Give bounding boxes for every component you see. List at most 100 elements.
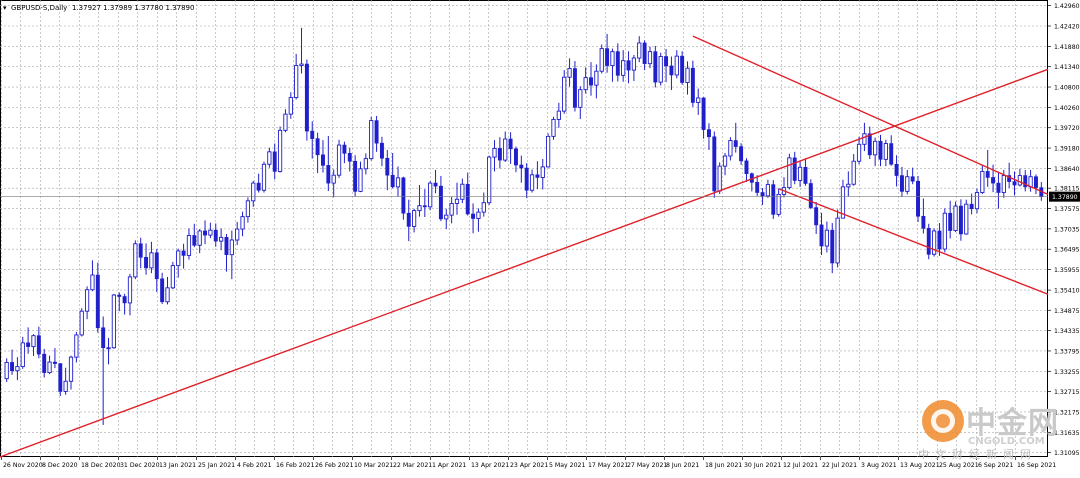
candle-body-bear (326, 165, 331, 184)
candle-body-bear (122, 296, 127, 304)
candle-body-bull (873, 140, 878, 156)
candle-body-bull (696, 97, 701, 103)
candle-body-bear (867, 133, 872, 156)
candle-body-bull (722, 155, 728, 167)
candle-body-bull (964, 203, 969, 235)
candle-body-bear (755, 182, 760, 193)
candle-body-bear (256, 182, 261, 191)
candle-body-bull (637, 42, 642, 59)
candle-body-bull (68, 356, 74, 382)
candle-body-bull (562, 76, 567, 112)
candle-layer (4, 27, 1044, 425)
y-tick-label: 1.33795 (1054, 348, 1080, 355)
candle-body-bull (47, 361, 52, 374)
candle-body-bull (578, 89, 583, 108)
candle-body-bear (803, 166, 808, 184)
candle-body-bull (610, 51, 615, 67)
y-tick-label: 1.40260 (1054, 105, 1080, 112)
chart-ohlc: 1.37927 1.37989 1.37780 1.37890 (72, 4, 194, 12)
candle-body-bear (272, 151, 277, 172)
candle-body-bear (771, 184, 776, 215)
x-tick-label: 31 Dec 2020 (120, 462, 160, 469)
y-tick-label: 1.36495 (1054, 247, 1080, 254)
x-tick-label: 17 May 2021 (588, 462, 628, 469)
candle-body-bear (95, 274, 100, 329)
candle-body-bear (814, 207, 819, 226)
candle-body-bear (899, 175, 904, 192)
candle-body-bear (653, 51, 658, 83)
candle-body-bear (26, 342, 31, 347)
candle-body-bear (712, 136, 717, 192)
y-tick-label: 1.34335 (1054, 328, 1080, 335)
candle-body-bull (776, 193, 781, 215)
candle-body-bull (787, 157, 792, 189)
candle-body-bull (942, 212, 947, 250)
candle-body-bear (224, 237, 229, 255)
candle-body-bull (79, 310, 84, 336)
candle-body-bear (626, 60, 631, 71)
candle-body-bear (342, 144, 347, 154)
candle-body-bull (1001, 175, 1006, 193)
y-tick-label: 1.33255 (1054, 369, 1080, 376)
candle-body-bull (411, 210, 417, 227)
candle-body-bear (948, 212, 953, 231)
candle-body-bull (84, 289, 90, 312)
candle-body-bull (331, 174, 336, 184)
x-tick-label: 22 Jul 2021 (822, 462, 857, 469)
x-tick-label: 26 Feb 2021 (315, 462, 354, 469)
candle-body-bear (958, 205, 963, 235)
y-tick-label: 1.39720 (1054, 125, 1080, 132)
candle-body-bear (10, 362, 15, 372)
candle-body-bull (674, 55, 679, 76)
x-tick-label: 13 Jan 2021 (159, 462, 196, 469)
candle-body-bear (117, 294, 122, 297)
candle-body-bull (395, 177, 401, 188)
candle-body-bull (905, 176, 910, 192)
candle-body-bear (642, 42, 647, 64)
x-tick-label: 8 Jun 2021 (666, 462, 699, 469)
candle-body-bear (347, 153, 352, 162)
candle-body-bear (921, 215, 926, 229)
candle-body-bull (149, 252, 154, 269)
candle-body-bear (916, 180, 920, 217)
x-tick-label: 22 Mar 2021 (393, 462, 432, 469)
candle-body-bull (974, 192, 980, 210)
candle-body-bear (42, 353, 47, 373)
candle-body-bear (690, 67, 695, 103)
candle-body-bull (862, 133, 867, 145)
candle-body-bear (497, 148, 502, 161)
candle-body-bear (937, 230, 942, 250)
candle-body-bull (363, 158, 368, 170)
y-tick-label: 1.41880 (1054, 44, 1080, 51)
candle-body-bull (765, 184, 771, 197)
candle-body-bull (90, 274, 95, 291)
candle-body-bull (454, 198, 460, 204)
candle-body-bear (406, 212, 411, 227)
candle-body-bull (267, 151, 272, 165)
candle-body-bear (310, 130, 315, 139)
watermark-tagline: 中文财经新闻网 (918, 448, 1037, 461)
candle-body-bear (192, 235, 197, 246)
candle-body-bull (594, 70, 599, 86)
candle-body-bear (385, 157, 390, 176)
x-tick-label: 16 Feb 2021 (276, 462, 315, 469)
candle-body-bull (481, 202, 486, 213)
candle-body-bear (792, 157, 797, 181)
candle-body-bull (551, 118, 556, 137)
candle-body-bull (127, 276, 133, 304)
candle-body-bear (138, 243, 143, 258)
candle-body-bear (508, 138, 513, 150)
y-tick-label: 1.41340 (1054, 64, 1080, 71)
candle-body-bull (176, 250, 181, 267)
candle-body-bear (160, 278, 165, 303)
candle-body-bull (74, 334, 79, 358)
candle-body-bear (985, 171, 990, 178)
candle-body-bear (471, 213, 476, 219)
candle-body-bull (235, 228, 240, 241)
trendline-falling-lower (778, 188, 1049, 295)
candle-body-bear (154, 252, 159, 280)
candle-body-bear (524, 167, 529, 191)
candle-body-bear (36, 335, 41, 355)
x-tick-label: 23 Apr 2021 (510, 462, 548, 469)
x-tick-label: 5 May 2021 (549, 462, 585, 469)
